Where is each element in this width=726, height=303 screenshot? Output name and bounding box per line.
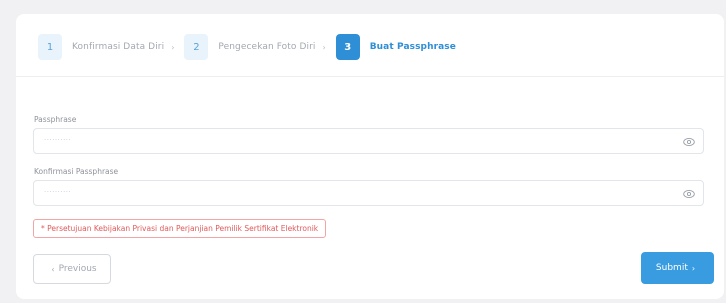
stepper: 1 Konfirmasi Data Diri › 2 Pengecekan Fo…	[38, 34, 466, 60]
previous-button[interactable]: ‹ Previous	[33, 254, 111, 284]
step-number: 3	[335, 34, 360, 60]
step-label: Buat Passphrase	[369, 42, 456, 52]
passphrase-label: Passphrase	[34, 115, 77, 124]
passphrase-form-card: 1 Konfirmasi Data Diri › 2 Pengecekan Fo…	[16, 14, 724, 299]
step-label: Pengecekan Foto Diri	[218, 42, 316, 52]
previous-button-label: Previous	[58, 264, 97, 274]
step-1[interactable]: 1 Konfirmasi Data Diri ›	[38, 34, 174, 60]
submit-button[interactable]: Submit ›	[641, 252, 714, 284]
submit-button-label: Submit	[655, 263, 688, 273]
agreement-error-message[interactable]: * Persetujuan Kebijakan Privasi dan Perj…	[33, 219, 327, 238]
confirm-passphrase-label: Konfirmasi Passphrase	[34, 167, 119, 176]
passphrase-placeholder: ··········	[44, 136, 72, 144]
passphrase-input[interactable]: ··········	[33, 128, 704, 154]
eye-icon[interactable]	[683, 137, 695, 147]
confirm-passphrase-placeholder: ··········	[44, 188, 72, 196]
chevron-right-icon: ›	[322, 42, 326, 52]
step-number: 1	[38, 34, 62, 60]
step-label: Konfirmasi Data Diri	[72, 42, 165, 52]
confirm-passphrase-input[interactable]: ··········	[33, 180, 704, 206]
step-2[interactable]: 2 Pengecekan Foto Diri ›	[184, 34, 326, 60]
chevron-right-icon: ›	[171, 42, 175, 52]
divider	[16, 76, 724, 77]
step-3[interactable]: 3 Buat Passphrase	[335, 34, 456, 60]
chevron-right-icon: ›	[691, 263, 696, 273]
chevron-left-icon: ‹	[51, 264, 55, 274]
step-number: 2	[184, 34, 209, 60]
eye-icon[interactable]	[683, 189, 695, 199]
